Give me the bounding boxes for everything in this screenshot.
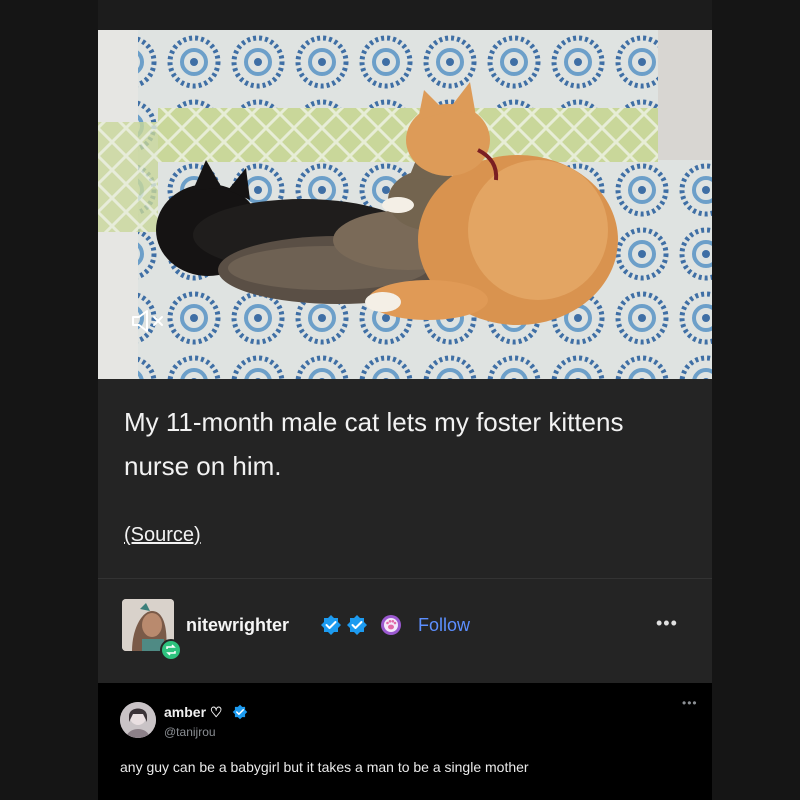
post-video[interactable] xyxy=(98,30,712,379)
post-top-strip xyxy=(98,0,712,30)
post-more-options-button[interactable]: ••• xyxy=(656,613,678,634)
source-link[interactable]: (Source) xyxy=(124,524,201,547)
tweet-avatar-image xyxy=(120,702,156,738)
tweet-text: any guy can be a babygirl but it takes a… xyxy=(120,759,529,775)
cats-video-frame xyxy=(98,30,712,379)
verified-badge-icon xyxy=(232,704,248,720)
reblog-icon xyxy=(166,644,176,656)
tweet-handle[interactable]: @tanijrou xyxy=(164,725,216,739)
tweet-more-options-button[interactable]: ••• xyxy=(682,696,698,710)
reblog-badge xyxy=(160,639,182,661)
paw-badge-icon xyxy=(381,615,401,635)
post-caption: My 11-month male cat lets my foster kitt… xyxy=(124,407,624,481)
post-author-row: nitewrighter Follow ••• xyxy=(98,579,712,683)
tweet-avatar[interactable] xyxy=(120,702,156,738)
mute-button[interactable] xyxy=(127,306,171,336)
verified-badge-icon xyxy=(347,615,367,635)
author-username[interactable]: nitewrighter xyxy=(186,615,289,636)
tweet-card: amber ♡ @tanijrou ••• any guy can be a b… xyxy=(98,683,712,800)
volume-muted-icon xyxy=(132,310,163,332)
follow-button[interactable]: Follow xyxy=(418,615,470,636)
verified-badge-icon xyxy=(321,615,341,635)
tweet-display-name[interactable]: amber ♡ xyxy=(164,704,222,721)
